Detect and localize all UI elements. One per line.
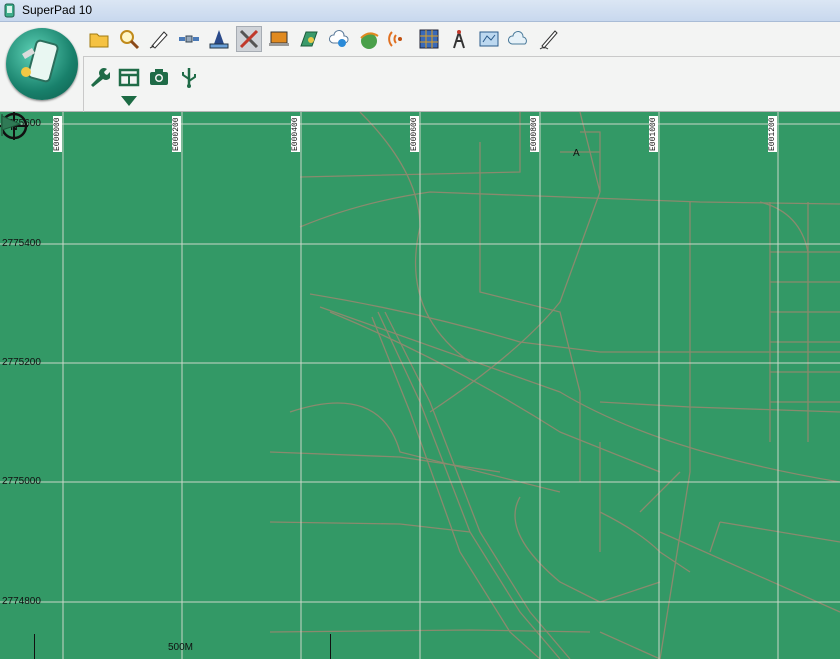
- road-segment: [599, 401, 840, 413]
- x-grid-label-text: E000400: [291, 116, 300, 152]
- cloud-download-button[interactable]: [326, 26, 352, 52]
- x-grid-label-text: E000200: [172, 116, 181, 152]
- antenna-tower-button[interactable]: [446, 26, 472, 52]
- x-grid-label-text: E000600: [410, 116, 419, 152]
- scale-bar-end: [330, 634, 331, 659]
- cloud-button[interactable]: [506, 26, 532, 52]
- road-segment: [309, 293, 840, 353]
- scale-label: 500M: [168, 642, 194, 653]
- usb-button[interactable]: [176, 64, 202, 90]
- road-segment: [719, 521, 840, 543]
- tools-cross-button[interactable]: [236, 26, 262, 52]
- search-button[interactable]: [116, 26, 142, 52]
- road-segment: [599, 631, 661, 659]
- toolbar-ribbon: [0, 22, 840, 112]
- cloud-download-icon: [329, 29, 349, 47]
- road-segment: [599, 511, 691, 573]
- search-icon: [120, 30, 140, 50]
- road-segment: [371, 316, 541, 659]
- x-grid-label: E000400: [291, 112, 301, 152]
- antenna-tower-icon: [453, 30, 465, 49]
- grid-button[interactable]: [416, 26, 442, 52]
- satellite-icon: [179, 35, 199, 43]
- map-panel-icon: [479, 31, 499, 47]
- y-grid-label: 2774800: [2, 596, 41, 607]
- x-grid-label-text: E001200: [768, 116, 777, 152]
- satellite-button[interactable]: [176, 26, 202, 52]
- usb-icon: [182, 68, 196, 88]
- ribbon-separator: [83, 56, 840, 57]
- laptop-icon: [269, 31, 289, 46]
- road-segment: [639, 471, 681, 513]
- globe-route-icon: [360, 32, 379, 49]
- scale-bar-start: [34, 634, 35, 659]
- panel-layout-icon: [118, 68, 140, 87]
- grid-icon: [419, 29, 439, 49]
- camera-icon: [150, 69, 168, 85]
- map-layer-icon: [300, 31, 318, 47]
- x-grid-label-text: E001000: [649, 116, 658, 152]
- road-segment: [269, 629, 591, 633]
- signal-button[interactable]: [386, 26, 412, 52]
- road-segment: [479, 142, 581, 482]
- x-grid-label: E000800: [530, 112, 540, 152]
- x-grid-label: E001000: [649, 112, 659, 152]
- ribbon-vertical-separator: [83, 56, 84, 112]
- pencil-sign-icon: [539, 30, 558, 50]
- flag-marker-icon[interactable]: [0, 112, 22, 136]
- camera-button[interactable]: [146, 64, 172, 90]
- map-layer[interactable]: [0, 112, 840, 659]
- road-segment: [429, 191, 601, 413]
- draw-pen-icon: [149, 31, 168, 49]
- wrench-button[interactable]: [86, 64, 112, 90]
- laptop-button[interactable]: [266, 26, 292, 52]
- tools-cross-icon: [239, 29, 259, 49]
- x-grid-label: E000600: [410, 112, 420, 152]
- road-segment: [659, 531, 840, 613]
- draw-pen-button[interactable]: [146, 26, 172, 52]
- road-segment: [299, 191, 840, 228]
- y-grid-label: 2775200: [2, 357, 41, 368]
- measure-button[interactable]: [206, 26, 232, 52]
- expand-menu-arrow-icon[interactable]: [121, 96, 137, 106]
- road-segment: [384, 311, 571, 659]
- measure-icon: [209, 30, 229, 49]
- cloud-icon: [508, 30, 527, 45]
- x-grid-label-text: E000000: [53, 116, 62, 152]
- map-layer-button[interactable]: [296, 26, 322, 52]
- panel-layout-button[interactable]: [116, 64, 142, 90]
- x-grid-label: E000200: [172, 112, 182, 152]
- wrench-icon: [91, 68, 110, 87]
- app-icon: [4, 3, 15, 18]
- open-folder-icon: [89, 33, 109, 48]
- pencil-sign-button[interactable]: [536, 26, 562, 52]
- map-panel-button[interactable]: [476, 26, 502, 52]
- open-folder-button[interactable]: [86, 26, 112, 52]
- y-grid-label: 2775000: [2, 476, 41, 487]
- road-segment: [514, 496, 661, 603]
- x-grid-label: E000000: [53, 112, 63, 152]
- app-logo-icon[interactable]: [6, 28, 78, 100]
- road-segment: [659, 202, 691, 659]
- y-grid-label: 2775400: [2, 238, 41, 249]
- window-title: SuperPad 10: [22, 3, 93, 17]
- title-bar: SuperPad 10: [0, 0, 840, 22]
- poi-label: A: [573, 148, 580, 159]
- map-canvas[interactable]: E000000 E000200 E000400 E000600 E000800 E0010…: [0, 112, 840, 659]
- road-segment: [709, 521, 721, 553]
- x-grid-label: E001200: [768, 112, 778, 152]
- signal-icon: [388, 31, 402, 47]
- globe-route-button[interactable]: [356, 26, 382, 52]
- x-grid-label-text: E000800: [530, 116, 539, 152]
- road-segment: [269, 521, 471, 533]
